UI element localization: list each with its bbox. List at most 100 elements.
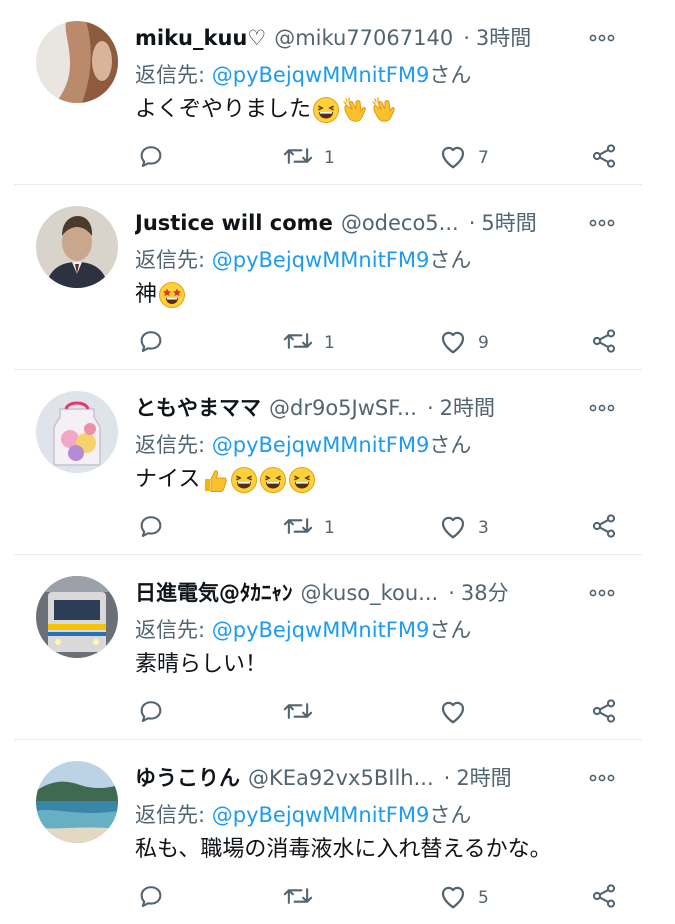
reply-icon <box>137 512 165 544</box>
more-options-icon[interactable] <box>587 396 617 420</box>
like-button[interactable]: 7 <box>438 143 489 173</box>
user-handle[interactable]: @KEa92vx5BIlh... <box>248 762 434 794</box>
share-button[interactable] <box>590 883 618 913</box>
reply-button[interactable] <box>137 143 165 173</box>
like-count: 5 <box>478 888 489 908</box>
more-options-icon[interactable] <box>587 26 617 50</box>
avatar[interactable] <box>36 206 118 288</box>
grin-emoji <box>288 466 316 494</box>
retweet-count: 1 <box>324 148 335 168</box>
tweet-text-content: ナイス <box>135 467 201 492</box>
heart-icon <box>438 142 468 174</box>
tweet[interactable]: 日進電気@ﾀｶﾆｬﾝ @kuso_kou... · 38分 返信先: @pyBejqwM… <box>0 555 675 740</box>
reply-button[interactable] <box>137 513 165 543</box>
retweet-icon <box>282 697 314 729</box>
separator-dot: · <box>468 211 476 235</box>
tweet[interactable]: Justice will come @odeco5... · 5時間 返信先: @pyB… <box>0 185 675 370</box>
like-button[interactable]: 5 <box>438 883 489 913</box>
display-name[interactable]: 日進電気@ﾀｶﾆｬﾝ <box>135 577 293 609</box>
star-struck-emoji <box>158 281 186 309</box>
timestamp[interactable]: 2時間 <box>440 392 495 424</box>
share-button[interactable] <box>590 513 618 543</box>
separator-dot: · <box>443 766 451 790</box>
user-handle[interactable]: @miku77067140 <box>274 22 453 54</box>
grin-emoji <box>230 466 258 494</box>
more-options-icon[interactable] <box>587 581 617 605</box>
reply-icon <box>137 142 165 174</box>
action-bar: 17 <box>135 143 625 173</box>
tweet-header: Justice will come @odeco5... · 5時間 <box>135 207 575 239</box>
reply-context: 返信先: @pyBejqwMMnitFM9さん <box>135 59 471 91</box>
display-name[interactable]: miku_kuu♡ <box>135 22 266 54</box>
like-count: 9 <box>478 333 489 353</box>
separator-dot: · <box>463 26 470 50</box>
reply-context: 返信先: @pyBejqwMMnitFM9さん <box>135 244 471 276</box>
timestamp[interactable]: 3時間 <box>476 22 531 54</box>
heart-icon <box>438 512 468 544</box>
reply-button[interactable] <box>137 883 165 913</box>
avatar[interactable] <box>36 576 118 658</box>
tweet-header: ゆうこりん @KEa92vx5BIlh... · 2時間 <box>135 762 575 794</box>
avatar[interactable] <box>36 21 118 103</box>
heart-icon <box>438 882 468 914</box>
timestamp[interactable]: 5時間 <box>481 207 536 239</box>
display-name[interactable]: ゆうこりん <box>135 762 240 794</box>
share-icon <box>590 142 618 174</box>
tweet[interactable]: ゆうこりん @KEa92vx5BIlh... · 2時間 返信先: @pyBejqwMM… <box>0 740 675 924</box>
reply-button[interactable] <box>137 328 165 358</box>
share-button[interactable] <box>590 698 618 728</box>
reply-mention-link[interactable]: @pyBejqwMMnitFM9 <box>212 248 430 272</box>
reply-mention-link[interactable]: @pyBejqwMMnitFM9 <box>212 803 430 827</box>
share-button[interactable] <box>590 143 618 173</box>
like-button[interactable]: 3 <box>438 513 489 543</box>
tweet[interactable]: miku_kuu♡ @miku77067140 · 3時間 返信先: @pyBejqwM… <box>0 0 675 185</box>
tweet-header: miku_kuu♡ @miku77067140 · 3時間 <box>135 22 575 54</box>
reply-suffix: さん <box>429 618 472 642</box>
reply-prefix: 返信先: <box>135 63 212 87</box>
user-handle[interactable]: @kuso_kou... <box>301 577 439 609</box>
thumbs-up-emoji <box>201 466 229 494</box>
timestamp[interactable]: 38分 <box>461 577 509 609</box>
retweet-button[interactable]: 1 <box>282 513 335 543</box>
reply-mention-link[interactable]: @pyBejqwMMnitFM9 <box>212 618 430 642</box>
reply-icon <box>137 697 165 729</box>
reply-prefix: 返信先: <box>135 433 212 457</box>
tweet-text-content: よくぞやりました <box>135 97 312 122</box>
action-bar: 19 <box>135 328 625 358</box>
reply-mention-link[interactable]: @pyBejqwMMnitFM9 <box>212 433 430 457</box>
tweet[interactable]: ともやまママ @dr9o5JwSF... · 2時間 返信先: @pyBejqwMMni… <box>0 370 675 555</box>
share-button[interactable] <box>590 328 618 358</box>
avatar[interactable] <box>36 761 118 843</box>
tweet-text-content: 神 <box>135 282 158 307</box>
avatar[interactable] <box>36 391 118 473</box>
reply-suffix: さん <box>429 433 472 457</box>
retweet-button[interactable] <box>282 883 324 913</box>
action-bar: 5 <box>135 883 625 913</box>
share-icon <box>590 512 618 544</box>
retweet-count: 1 <box>324 518 335 538</box>
more-options-icon[interactable] <box>587 766 617 790</box>
more-options-icon[interactable] <box>587 211 617 235</box>
reply-button[interactable] <box>137 698 165 728</box>
display-name[interactable]: ともやまママ <box>135 392 261 424</box>
tweet-text: 私も、職場の消毒液水に入れ替えるかな。 <box>135 834 552 866</box>
reply-feed: miku_kuu♡ @miku77067140 · 3時間 返信先: @pyBejqwM… <box>0 0 675 924</box>
grin-emoji <box>259 466 287 494</box>
heart-icon <box>438 327 468 359</box>
user-handle[interactable]: @odeco5... <box>341 207 459 239</box>
like-button[interactable] <box>438 698 478 728</box>
reply-prefix: 返信先: <box>135 618 212 642</box>
reply-mention-link[interactable]: @pyBejqwMMnitFM9 <box>212 63 430 87</box>
tweet-text: よくぞやりました <box>135 94 398 126</box>
reply-suffix: さん <box>429 248 472 272</box>
display-name[interactable]: Justice will come <box>135 207 333 239</box>
reply-prefix: 返信先: <box>135 248 212 272</box>
user-handle[interactable]: @dr9o5JwSF... <box>269 392 417 424</box>
like-count: 7 <box>478 148 489 168</box>
retweet-button[interactable] <box>282 698 324 728</box>
like-button[interactable]: 9 <box>438 328 489 358</box>
retweet-button[interactable]: 1 <box>282 143 335 173</box>
retweet-button[interactable]: 1 <box>282 328 335 358</box>
timestamp[interactable]: 2時間 <box>456 762 511 794</box>
tweet-text-content: 私も、職場の消毒液水に入れ替えるかな。 <box>135 837 552 862</box>
